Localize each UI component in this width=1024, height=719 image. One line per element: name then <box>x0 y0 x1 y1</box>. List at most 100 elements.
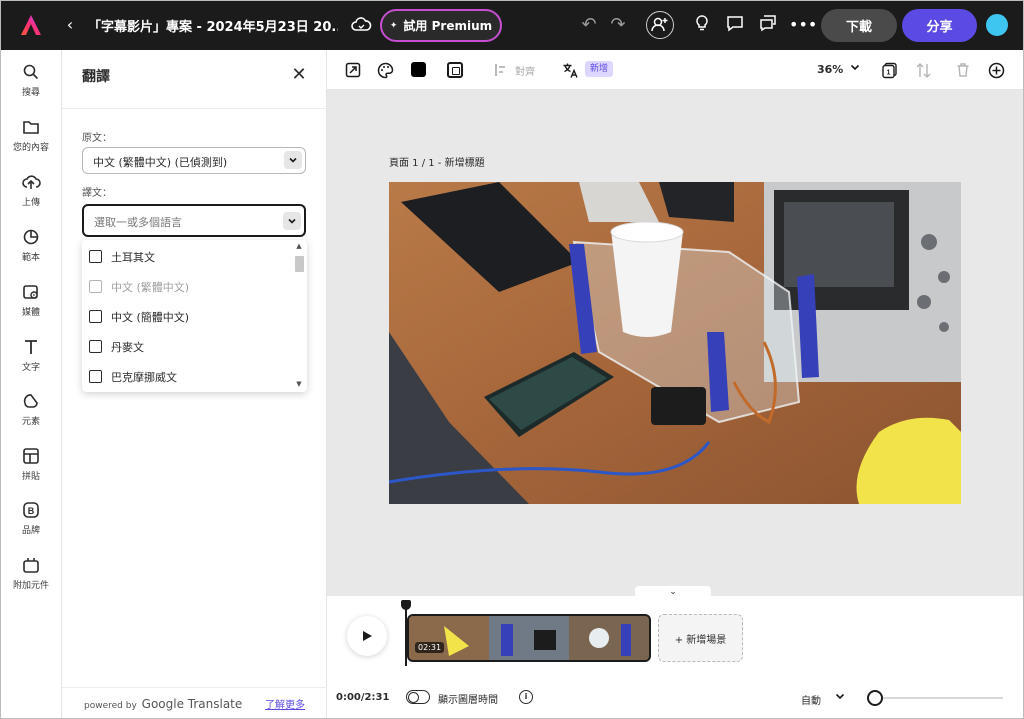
more-options-icon[interactable]: ••• <box>789 14 817 36</box>
sidebar-item-elements[interactable]: 元素 <box>0 387 62 435</box>
add-scene-button[interactable]: + 新增場景 <box>658 614 743 662</box>
align-label: 對齊 <box>515 67 535 78</box>
scroll-up-icon[interactable]: ▲ <box>295 242 303 250</box>
upload-icon <box>22 175 41 189</box>
language-dropdown-list: 土耳其文 中文 (繁體中文) 中文 (簡體中文) 丹麥文 巴克摩挪威文 ▲ ▼ <box>82 240 307 392</box>
sidebar-item-templates[interactable]: 範本 <box>0 223 62 271</box>
download-button[interactable]: 下載 <box>821 9 897 42</box>
sidebar-item-label: 品牌 <box>21 526 40 536</box>
try-premium-button[interactable]: ✦ 試用 Premium <box>380 9 502 42</box>
list-item[interactable]: 丹麥文 <box>82 331 292 361</box>
media-icon <box>23 285 38 299</box>
checkbox[interactable] <box>89 310 102 323</box>
brand-icon: B <box>23 502 39 518</box>
list-item: 中文 (繁體中文) <box>82 271 292 301</box>
adobe-express-logo-icon[interactable] <box>20 14 42 36</box>
info-icon[interactable]: i <box>519 690 533 704</box>
back-chevron-icon[interactable]: ‹ <box>60 14 80 36</box>
timeline-zoom-slider-track[interactable] <box>875 697 1003 699</box>
undo-icon[interactable]: ↶ <box>578 14 600 36</box>
add-page-icon[interactable] <box>986 60 1006 80</box>
target-language-label: 譯文： <box>82 188 112 199</box>
translate-icon[interactable] <box>560 60 580 80</box>
scrollbar-thumb[interactable] <box>295 256 304 272</box>
source-language-value: 中文 (繁體中文) (已偵測到) <box>93 156 228 169</box>
sidebar-item-label: 上傳 <box>21 198 40 208</box>
panel-title: 翻譯 <box>82 69 110 85</box>
sidebar-item-label: 搜尋 <box>21 88 40 98</box>
auto-zoom-select[interactable]: 自動 <box>801 692 821 707</box>
scroll-down-icon[interactable]: ▼ <box>295 380 303 388</box>
page-count-icon[interactable]: 1 <box>879 60 899 80</box>
sidebar-item-addons[interactable]: 附加元件 <box>0 551 62 599</box>
sidebar-item-upload[interactable]: 上傳 <box>0 168 62 216</box>
list-item[interactable]: 土耳其文 <box>82 241 292 271</box>
target-language-placeholder: 選取一或多個語言 <box>94 216 182 229</box>
elements-icon <box>23 394 38 408</box>
cloud-sync-icon[interactable] <box>350 14 372 36</box>
fill-color-swatch[interactable] <box>411 62 426 77</box>
powered-by-text: powered by <box>84 701 137 711</box>
video-clip[interactable]: 02:31 <box>407 614 651 662</box>
zoom-level[interactable]: 36% <box>817 63 843 76</box>
sidebar-item-label: 元素 <box>21 417 40 427</box>
page-title[interactable]: 頁面 1 / 1 - 新增標題 <box>389 154 485 169</box>
lightbulb-icon[interactable] <box>691 14 713 36</box>
sidebar-item-label: 拼貼 <box>21 472 40 482</box>
sidebar-item-search[interactable]: 搜尋 <box>0 58 62 106</box>
sidebar-item-label: 範本 <box>21 253 40 263</box>
close-icon[interactable]: ✕ <box>288 64 310 86</box>
resize-icon[interactable] <box>343 60 363 80</box>
checkbox[interactable] <box>89 370 102 383</box>
sidebar-item-label: 附加元件 <box>12 581 49 591</box>
checkbox[interactable] <box>89 250 102 263</box>
list-item[interactable]: 中文 (簡體中文) <box>82 301 292 331</box>
translate-panel: 翻譯 ✕ 原文： 中文 (繁體中文) (已偵測到) 譯文： 選取一或多個語言 土… <box>62 50 327 719</box>
checkbox[interactable] <box>89 340 102 353</box>
top-bar: ‹ 「字幕影片」專案 - 2024年5月23日 20... ✦ 試用 Premi… <box>0 0 1024 50</box>
canvas-area: 頁面 1 / 1 - 新增標題 ⌄ <box>327 90 1024 598</box>
sidebar-item-text[interactable]: 文字 <box>0 333 62 381</box>
target-language-select[interactable]: 選取一或多個語言 <box>82 204 306 237</box>
sidebar-item-label: 文字 <box>21 363 40 373</box>
sidebar-item-media[interactable]: 媒體 <box>0 278 62 326</box>
project-title[interactable]: 「字幕影片」專案 - 2024年5月23日 20... <box>88 16 338 35</box>
grid-icon <box>23 448 39 464</box>
sidebar-item-your-content[interactable]: 您的內容 <box>0 113 62 161</box>
chevron-down-icon <box>284 151 302 169</box>
theme-palette-icon[interactable] <box>375 60 395 80</box>
avatar[interactable] <box>984 12 1010 38</box>
language-option-label: 中文 (簡體中文) <box>111 311 190 324</box>
border-style-icon[interactable] <box>447 62 463 78</box>
play-icon <box>363 631 372 641</box>
list-item[interactable]: 巴克摩挪威文 <box>82 361 292 391</box>
search-icon <box>23 64 39 80</box>
divider <box>62 687 327 688</box>
dropdown-scrollbar[interactable]: ▲ ▼ <box>294 242 304 390</box>
premium-diamond-icon: ✦ <box>389 20 398 31</box>
chevron-down-icon[interactable] <box>849 61 861 76</box>
comment-icon[interactable] <box>724 14 746 36</box>
play-button[interactable] <box>347 616 387 656</box>
timeline-zoom-slider-knob[interactable] <box>867 690 883 706</box>
source-language-label: 原文： <box>82 133 112 144</box>
sidebar-item-label: 您的內容 <box>12 143 49 153</box>
redo-icon[interactable]: ↷ <box>607 14 629 36</box>
playback-time: 0:00/2:31 <box>336 692 390 703</box>
powered-by-google-translate: powered by Google Translate <box>84 697 242 711</box>
language-option-label: 丹麥文 <box>111 341 144 354</box>
source-language-select[interactable]: 中文 (繁體中文) (已偵測到) <box>82 147 306 174</box>
toggle-label: 顯示圖層時間 <box>438 695 498 706</box>
sidebar-item-collage[interactable]: 拼貼 <box>0 442 62 490</box>
new-badge: 新增 <box>585 61 614 77</box>
invite-user-icon[interactable] <box>646 11 674 39</box>
share-button[interactable]: 分享 <box>902 9 977 42</box>
page-count-value: 1 <box>886 69 890 76</box>
sidebar-item-brand[interactable]: B 品牌 <box>0 496 62 544</box>
canvas-photo[interactable] <box>389 182 961 504</box>
show-layer-timing-toggle[interactable] <box>406 690 430 704</box>
premium-label: 試用 Premium <box>403 19 493 33</box>
learn-more-link[interactable]: 了解更多 <box>265 696 305 711</box>
chevron-down-icon[interactable] <box>834 690 846 705</box>
present-icon[interactable] <box>757 14 779 36</box>
